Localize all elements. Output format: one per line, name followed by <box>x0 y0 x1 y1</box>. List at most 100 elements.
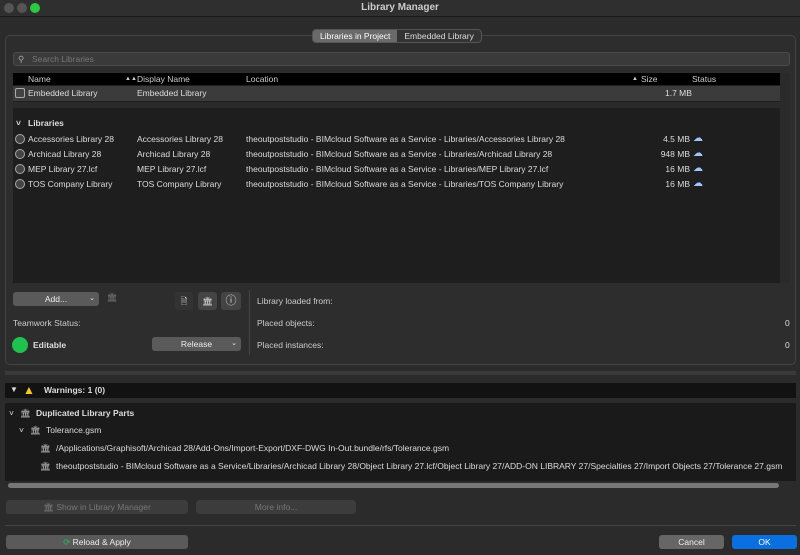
cloud-icon: ☁ <box>693 163 703 174</box>
library-icon <box>15 134 25 144</box>
tab-embedded-library[interactable]: Embedded Library <box>397 30 480 42</box>
reload-label: Reload & Apply <box>72 537 131 547</box>
search-input[interactable]: ⚲ Search Libraries <box>13 52 790 66</box>
add-dropdown[interactable]: Add... ⌄ <box>13 292 99 306</box>
row-name: Archicad Library 28 <box>28 149 102 159</box>
document-icon <box>15 88 25 98</box>
row-size: 16 MB <box>665 164 690 174</box>
warning-icon: ▲ <box>23 383 35 397</box>
chevron-down-icon: ⌄ <box>231 340 237 347</box>
more-info-button[interactable]: More info... <box>196 500 356 514</box>
cancel-button[interactable]: Cancel <box>659 535 724 549</box>
table-row-embedded[interactable]: Embedded Library Embedded Library 1.7 MB <box>13 86 780 101</box>
library-icon: 🏛 <box>30 425 41 435</box>
col-status[interactable]: Status <box>692 74 716 84</box>
tab-bar: Libraries in Project Embedded Library <box>312 29 482 43</box>
table-row[interactable]: Archicad Library 28 Archicad Library 28 … <box>13 147 780 162</box>
placed-objects-value: 0 <box>785 318 790 328</box>
document-icon[interactable]: 🗎 <box>175 292 193 310</box>
divider <box>13 102 780 108</box>
tree-path[interactable]: /Applications/Graphisoft/Archicad 28/Add… <box>56 443 449 453</box>
library-icon <box>15 179 25 189</box>
tree-path[interactable]: theoutpoststudio - BIMcloud Software as … <box>56 461 782 471</box>
row-name: TOS Company Library <box>28 179 113 189</box>
table-row[interactable]: MEP Library 27.lcf MEP Library 27.lcf th… <box>13 162 780 177</box>
sort-asc-icon: ▲ <box>632 76 638 82</box>
remove-library-icon[interactable]: 🏛 <box>103 292 121 308</box>
teamwork-status-label: Teamwork Status: <box>13 318 81 328</box>
row-size: 4.5 MB <box>663 134 690 144</box>
chevron-down-icon: ˅ <box>16 118 21 128</box>
group-label: Libraries <box>28 118 64 128</box>
sort-icon: ▲▲ <box>125 76 137 82</box>
warnings-title: Warnings: 1 (0) <box>44 385 106 395</box>
table-header: Name ▲▲ Display Name Location ▲ Size Sta… <box>13 73 780 85</box>
group-libraries[interactable]: ˅ Libraries <box>13 116 780 131</box>
cloud-icon: ☁ <box>693 133 703 144</box>
row-display: Embedded Library <box>137 88 207 98</box>
row-display: MEP Library 27.lcf <box>137 164 207 174</box>
warnings-tree: ˅ 🏛 Duplicated Library Parts ˅ 🏛 Toleran… <box>5 403 796 481</box>
teamwork-status: Editable <box>33 340 67 350</box>
row-name: Accessories Library 28 <box>28 134 114 144</box>
row-size: 16 MB <box>665 179 690 189</box>
reload-icon: ⟳ <box>63 537 73 547</box>
horizontal-scrollbar[interactable] <box>8 483 779 488</box>
cloud-icon: ☁ <box>693 148 703 159</box>
row-size: 1.7 MB <box>665 88 692 98</box>
warnings-header[interactable]: ▼ ▲ Warnings: 1 (0) <box>5 383 796 398</box>
col-display-name[interactable]: Display Name <box>137 74 190 84</box>
col-location[interactable]: Location <box>246 74 278 84</box>
tree-group[interactable]: Duplicated Library Parts <box>36 408 134 418</box>
window-title: Library Manager <box>361 2 439 13</box>
status-indicator <box>12 337 28 353</box>
release-label: Release <box>180 339 213 349</box>
show-in-library-manager-button[interactable]: 🏛 Show in Library Manager <box>6 500 188 514</box>
info-icon[interactable]: ⓘ <box>221 292 241 310</box>
row-display: TOS Company Library <box>137 179 222 189</box>
row-display: Accessories Library 28 <box>137 134 223 144</box>
library-icon <box>15 149 25 159</box>
placed-objects-label: Placed objects: <box>257 318 315 328</box>
release-dropdown[interactable]: Release ⌄ <box>152 337 241 351</box>
col-name[interactable]: Name <box>28 74 51 84</box>
disclosure-triangle-icon: ▼ <box>10 385 18 394</box>
library-icon <box>15 164 25 174</box>
library-icon: 🏛 <box>40 443 51 453</box>
row-location: theoutpoststudio - BIMcloud Software as … <box>246 179 564 189</box>
cloud-icon: ☁ <box>693 178 703 189</box>
show-label: Show in Library Manager <box>56 502 151 512</box>
chevron-down-icon: ⌄ <box>89 295 95 302</box>
row-name: MEP Library 27.lcf <box>28 164 98 174</box>
row-location: theoutpoststudio - BIMcloud Software as … <box>246 164 549 174</box>
tree-item[interactable]: Tolerance.gsm <box>46 425 101 435</box>
vertical-scrollbar[interactable] <box>780 73 790 283</box>
title-bar: Library Manager <box>0 0 800 17</box>
row-location: theoutpoststudio - BIMcloud Software as … <box>246 134 565 144</box>
search-placeholder: Search Libraries <box>32 54 94 64</box>
tab-libraries-in-project[interactable]: Libraries in Project <box>313 30 398 42</box>
library-icon: 🏛 <box>20 408 31 418</box>
table-row[interactable]: Accessories Library 28 Accessories Libra… <box>13 132 780 147</box>
placed-instances-label: Placed instances: <box>257 340 324 350</box>
chevron-down-icon[interactable]: ˅ <box>9 408 14 418</box>
row-display: Archicad Library 28 <box>137 149 211 159</box>
col-size[interactable]: Size <box>641 74 658 84</box>
row-size: 948 MB <box>660 149 690 159</box>
reload-library-icon[interactable]: 🏛 <box>198 292 217 310</box>
add-label: Add... <box>44 294 68 304</box>
library-icon: 🏛 <box>43 502 57 512</box>
placed-instances-value: 0 <box>785 340 790 350</box>
splitter[interactable] <box>5 371 796 375</box>
search-icon: ⚲ <box>18 54 25 64</box>
library-icon: 🏛 <box>40 461 51 471</box>
chevron-down-icon[interactable]: ˅ <box>19 425 24 435</box>
row-name: Embedded Library <box>28 88 98 98</box>
divider <box>5 525 796 526</box>
table-row[interactable]: TOS Company Library TOS Company Library … <box>13 177 780 192</box>
row-location: theoutpoststudio - BIMcloud Software as … <box>246 149 553 159</box>
reload-apply-button[interactable]: ⟳ Reload & Apply <box>6 535 188 549</box>
divider <box>249 290 250 355</box>
loaded-from-label: Library loaded from: <box>257 296 333 306</box>
ok-button[interactable]: OK <box>732 535 797 549</box>
